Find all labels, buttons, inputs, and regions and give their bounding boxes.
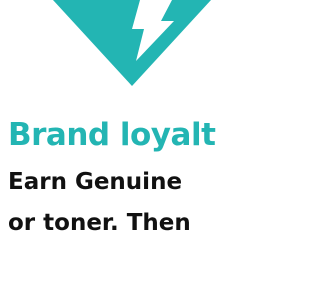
promo-panel: Brand loyalt Earn Genuine or toner. Then: [0, 0, 265, 282]
promo-body-line-1: Earn Genuine: [8, 169, 183, 195]
promo-headline: Brand loyalt: [8, 117, 216, 153]
promo-body-line-2: or toner. Then: [8, 210, 191, 236]
download-arrow-icon: [53, 0, 211, 86]
arrow-shape: [53, 0, 211, 86]
